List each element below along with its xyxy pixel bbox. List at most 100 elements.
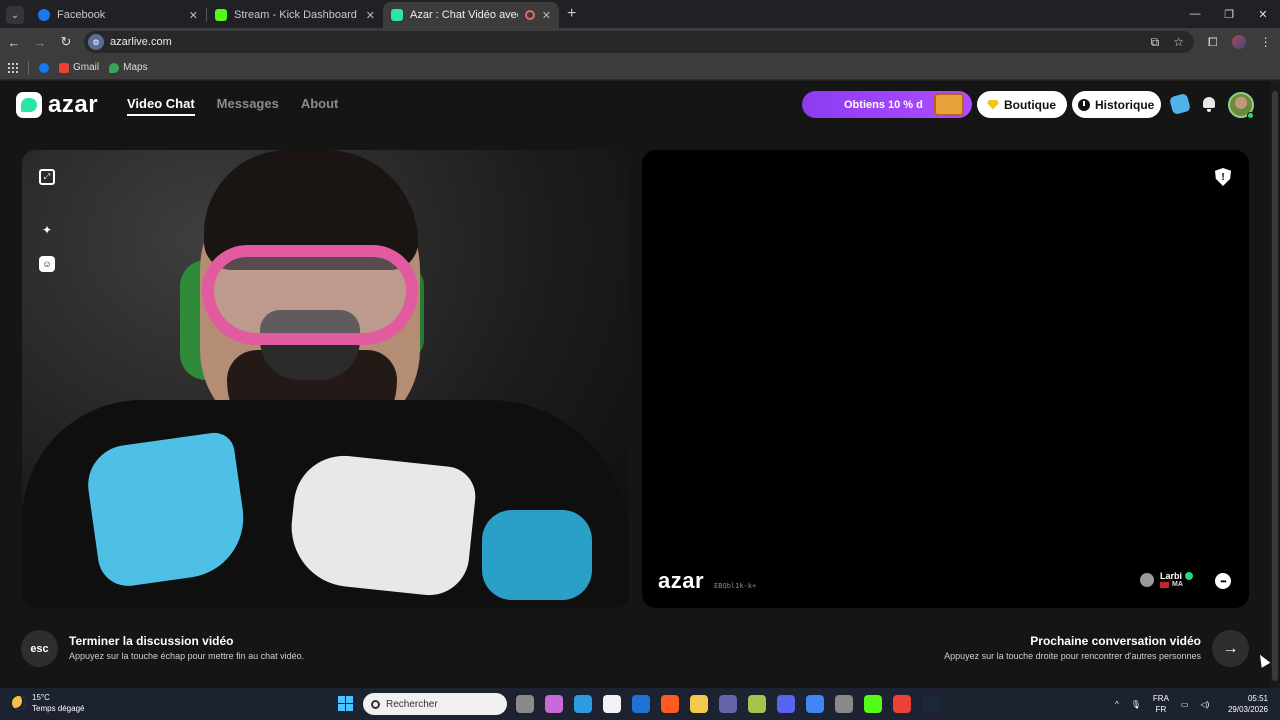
search-icon [371,699,380,709]
tab-facebook[interactable]: Facebook ✕ [30,2,206,28]
taskbar-app-icon[interactable] [545,695,563,713]
site-info-icon[interactable]: ⚙ [88,34,104,50]
bookmark-star-icon[interactable]: ☆ [1173,35,1184,50]
peer-info[interactable]: Larbi MA [1140,571,1194,588]
azar-page: azar Video Chat Messages About Obtiens 1… [0,81,1270,688]
weather-widget[interactable]: 15°C Temps dégagé [12,692,84,714]
pinned-apps [516,695,940,713]
end-chat-button[interactable]: esc [21,630,58,667]
bookmark-maps[interactable]: Maps [109,62,148,73]
watermark-logo: azar [658,568,705,593]
close-window-icon[interactable]: ✕ [1246,8,1280,21]
face-filter-icon[interactable]: ☺ [39,256,55,272]
taskbar-app-icon[interactable] [922,695,940,713]
main-nav: Video Chat Messages About [127,96,338,116]
chat-bubble-icon[interactable]: ••• [1215,573,1231,589]
language-code: FRA [1152,694,1169,703]
taskbar-app-icon[interactable] [893,695,911,713]
next-chat-title: Prochaine conversation vidéo [1030,634,1201,648]
magic-wand-icon[interactable]: ✦ [39,222,55,238]
volume-icon[interactable]: ◁) [1200,700,1209,709]
taskbar-app-icon[interactable] [632,695,650,713]
taskbar-app-icon[interactable] [516,695,534,713]
nav-about[interactable]: About [301,96,339,116]
gmail-icon [59,62,69,73]
close-tab-icon[interactable]: ✕ [542,9,551,22]
azar-logo-icon [16,92,42,118]
bookmarks-bar: Gmail Maps [0,56,1280,80]
back-icon[interactable]: ← [2,35,26,50]
menu-kebab-icon[interactable]: ⋮ [1260,35,1272,49]
tab-title: Stream - Kick Dashboard [234,9,357,21]
boutique-button[interactable]: Boutique [977,91,1067,118]
site-header: azar Video Chat Messages About Obtiens 1… [0,81,1270,129]
reload-icon[interactable]: ↻ [54,34,78,50]
profile-icon[interactable] [1231,35,1246,49]
install-app-icon[interactable]: ⧉ [1151,35,1160,50]
address-bar[interactable]: ⚙ azarlive.com ⧉ ☆ [84,31,1194,53]
taskbar-app-icon[interactable] [835,695,853,713]
microphone-icon[interactable]: 🎙 [1131,700,1141,709]
taskbar-app-icon[interactable] [864,695,882,713]
close-tab-icon[interactable]: ✕ [366,9,375,22]
display-icon[interactable]: ▭ [1181,700,1189,709]
taskbar-app-icon[interactable] [574,695,592,713]
address-toolbar: ← → ↻ ⚙ azarlive.com ⧉ ☆ ⧠ ⋮ [0,28,1280,56]
restore-icon[interactable]: ❐ [1212,8,1246,21]
taskbar-search[interactable]: Rechercher [363,693,507,715]
tab-kick-dashboard[interactable]: Stream - Kick Dashboard ✕ [207,2,383,28]
nav-messages[interactable]: Messages [217,96,279,116]
nav-video-chat[interactable]: Video Chat [127,96,195,116]
taskbar-app-icon[interactable] [806,695,824,713]
gems-icon[interactable] [1168,92,1192,116]
peer-avatar-icon [1140,572,1154,587]
promo-banner[interactable]: Obtiens 10 % d [802,91,972,118]
date: 29/03/2026 [1227,705,1268,714]
taskbar-app-icon[interactable] [690,695,708,713]
weather-condition: Temps dégagé [32,704,85,713]
taskbar-app-icon[interactable] [777,695,795,713]
apps-grid-icon[interactable] [8,62,18,73]
windows-start-icon[interactable] [338,696,353,711]
report-shield-icon[interactable]: ! [1215,168,1231,186]
taskbar-app-icon[interactable] [603,695,621,713]
close-tab-icon[interactable]: ✕ [189,9,198,22]
bookmark-separator [28,60,29,75]
page-scrollbar[interactable] [1270,81,1280,688]
diving-mask-filter [202,245,418,345]
maps-icon [109,62,120,73]
historique-button[interactable]: Historique [1072,91,1161,118]
expand-icon[interactable]: ⤢ [39,169,55,185]
local-video-panel: ⤢ ✦ ☺ [22,150,629,608]
tab-search-button[interactable]: ⌄ [6,6,24,24]
minimize-icon[interactable]: — [1178,8,1212,20]
boutique-label: Boutique [1004,97,1056,112]
peer-name: Larbi [1160,571,1183,581]
bell-icon[interactable] [1200,95,1218,113]
kick-icon [215,9,227,21]
next-chat-button[interactable]: → [1212,630,1249,667]
taskbar-app-icon[interactable] [719,695,737,713]
language-indicator[interactable]: FRA FR [1153,693,1169,715]
bookmark-gmail[interactable]: Gmail [59,62,99,73]
azar-logo[interactable]: azar [16,91,98,119]
forward-icon[interactable]: → [28,35,52,50]
clock-icon [1078,98,1090,111]
windows-taskbar: 15°C Temps dégagé Rechercher ^ 🎙 FRA FR … [0,688,1280,720]
keyboard-layout: FR [1155,705,1167,714]
bookmark-facebook[interactable] [39,62,49,73]
end-chat-description: Appuyez sur la touche échap pour mettre … [69,651,305,661]
extensions-icon[interactable]: ⧠ [1208,35,1218,50]
new-tab-button[interactable]: + [567,5,576,23]
taskbar-clock[interactable]: 05:51 29/03/2026 [1228,693,1268,715]
tab-title: Azar : Chat Vidéo avec de n [410,9,518,21]
verified-badge-icon [1185,572,1194,580]
taskbar-app-icon[interactable] [661,695,679,713]
scrollbar-thumb[interactable] [1272,91,1278,681]
facebook-icon [38,9,50,21]
taskbar-app-icon[interactable] [748,695,766,713]
search-placeholder: Rechercher [386,698,438,710]
tray-chevron-icon[interactable]: ^ [1115,700,1119,709]
tab-azar[interactable]: Azar : Chat Vidéo avec de n ✕ [383,2,559,28]
historique-label: Historique [1095,97,1155,112]
